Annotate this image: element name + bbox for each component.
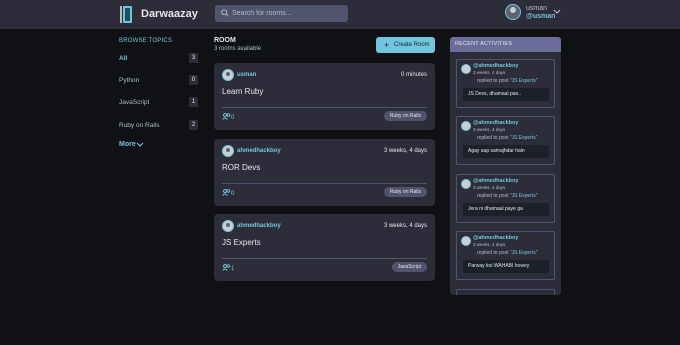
activity-post-link[interactable]: "JS Experts"	[510, 135, 538, 141]
topic-item-python[interactable]: Python 0	[119, 75, 199, 87]
activity-user[interactable]: @ahmedhackboy	[473, 63, 518, 69]
participants-icon	[222, 113, 231, 120]
room-card[interactable]: ahmedhackboy 3 weeks, 4 days ROR Devs 0 …	[214, 139, 435, 206]
participants-count: 0	[231, 191, 235, 197]
participants-icon	[222, 189, 231, 196]
activity-avatar[interactable]	[461, 179, 471, 189]
room-time: 3 weeks, 4 days	[383, 223, 427, 229]
activity-time: 3 weeks, 4 days	[473, 127, 506, 132]
topic-count: 3	[189, 53, 198, 63]
search-input[interactable]	[232, 5, 344, 22]
activity-user[interactable]: @ahmedhackboy	[473, 235, 518, 241]
room-author[interactable]: usman	[237, 72, 256, 78]
recent-activities-panel: RECENT ACTIVITIES @ahmedhackboy 3 weeks,…	[450, 37, 561, 295]
author-avatar[interactable]	[222, 220, 234, 232]
topic-label: JavaScript	[119, 99, 150, 106]
brand-name[interactable]: Darwaazay	[141, 8, 198, 20]
activity-action: replied to post "JS Experts"	[477, 135, 538, 141]
participants-icon	[222, 264, 231, 271]
page-title: ROOM	[214, 37, 236, 44]
activity-item	[456, 289, 555, 295]
search-icon	[221, 9, 229, 17]
user-handle: @usman	[526, 13, 556, 20]
activity-item: @ahmedhackboy 3 weeks, 4 days replied to…	[456, 59, 555, 108]
author-avatar[interactable]	[222, 145, 234, 157]
activity-post-link[interactable]: "JS Experts"	[510, 250, 538, 256]
topic-count: 0	[189, 75, 198, 85]
topic-count: 1	[189, 97, 198, 107]
activity-message: Agay aap samajhdar hain	[463, 145, 549, 158]
activity-avatar[interactable]	[461, 121, 471, 131]
user-name: usman	[526, 5, 548, 12]
room-author[interactable]: ahmedhackboy	[237, 148, 281, 154]
activity-user[interactable]: @ahmedhackboy	[473, 178, 518, 184]
topic-item-ruby-on-rails[interactable]: Ruby on Rails 2	[119, 120, 199, 132]
room-name[interactable]: Learn Ruby	[222, 87, 263, 96]
more-topics-link[interactable]: More	[119, 141, 144, 148]
participants-count: 1	[231, 266, 235, 272]
topic-item-javascript[interactable]: JavaScript 1	[119, 97, 199, 109]
browse-topics-title: BROWSE TOPICS	[119, 38, 173, 44]
activity-avatar[interactable]	[461, 64, 471, 74]
activities-header: RECENT ACTIVITIES	[450, 37, 561, 52]
more-label: More	[119, 141, 136, 148]
user-avatar[interactable]	[505, 4, 521, 20]
room-card[interactable]: ahmedhackboy 3 weeks, 4 days JS Experts …	[214, 214, 435, 281]
top-navbar: Darwaazay usman @usman	[0, 0, 680, 29]
activity-message: Jera ni dhamaal paye ga	[463, 203, 549, 216]
activity-action: replied to post "JS Experts"	[477, 250, 538, 256]
room-name[interactable]: JS Experts	[222, 238, 261, 247]
divider	[222, 258, 427, 259]
topic-item-all[interactable]: All 3	[119, 53, 199, 65]
topic-label: Ruby on Rails	[119, 122, 160, 129]
room-time: 3 weeks, 4 days	[383, 148, 427, 154]
activity-action: replied to post "JS Experts"	[477, 193, 538, 199]
room-author[interactable]: ahmedhackboy	[237, 223, 281, 229]
topic-tag[interactable]: Ruby on Rails	[383, 111, 427, 121]
chevron-down-icon	[136, 142, 144, 147]
divider	[222, 107, 427, 108]
activity-item: @ahmedhackboy 3 weeks, 4 days replied to…	[456, 231, 555, 280]
search-bar[interactable]	[215, 5, 348, 22]
topic-tag[interactable]: JavaScript	[391, 262, 427, 272]
activity-message: Parway koi WAHABI howey	[463, 260, 549, 273]
activity-message: JS Devs, dhamaal pao..	[463, 88, 549, 101]
activity-action: replied to post "JS Experts"	[477, 78, 538, 84]
activity-post-link[interactable]: "JS Experts"	[510, 193, 538, 199]
divider	[222, 183, 427, 184]
activity-user[interactable]: @ahmedhackboy	[473, 120, 518, 126]
create-room-button[interactable]: + Create Room	[376, 37, 435, 53]
activity-post-link[interactable]: "JS Experts"	[510, 78, 538, 84]
door-logo-icon[interactable]	[120, 6, 134, 23]
room-time: 0 minutes	[400, 72, 427, 78]
room-count: 3 rooms available	[214, 46, 262, 52]
activity-time: 3 weeks, 4 days	[473, 185, 506, 190]
create-room-label: Create Room	[394, 42, 430, 48]
chevron-down-icon[interactable]	[553, 9, 561, 15]
topic-label: All	[119, 55, 128, 62]
room-card[interactable]: usman 0 minutes Learn Ruby 0 Ruby on Rai…	[214, 63, 435, 130]
activity-avatar[interactable]	[461, 236, 471, 246]
activity-item: @ahmedhackboy 3 weeks, 4 days replied to…	[456, 174, 555, 223]
participants-count: 0	[231, 115, 235, 121]
activity-item: @ahmedhackboy 3 weeks, 4 days replied to…	[456, 116, 555, 165]
topic-count: 2	[189, 120, 198, 130]
plus-icon: +	[384, 40, 390, 50]
author-avatar[interactable]	[222, 69, 234, 81]
topic-tag[interactable]: Ruby on Rails	[383, 187, 427, 197]
room-name[interactable]: ROR Devs	[222, 163, 260, 172]
activity-time: 3 weeks, 4 days	[473, 70, 506, 75]
activity-time: 3 weeks, 4 days	[473, 242, 506, 247]
activities-title: RECENT ACTIVITIES	[455, 41, 513, 47]
topic-label: Python	[119, 77, 140, 84]
